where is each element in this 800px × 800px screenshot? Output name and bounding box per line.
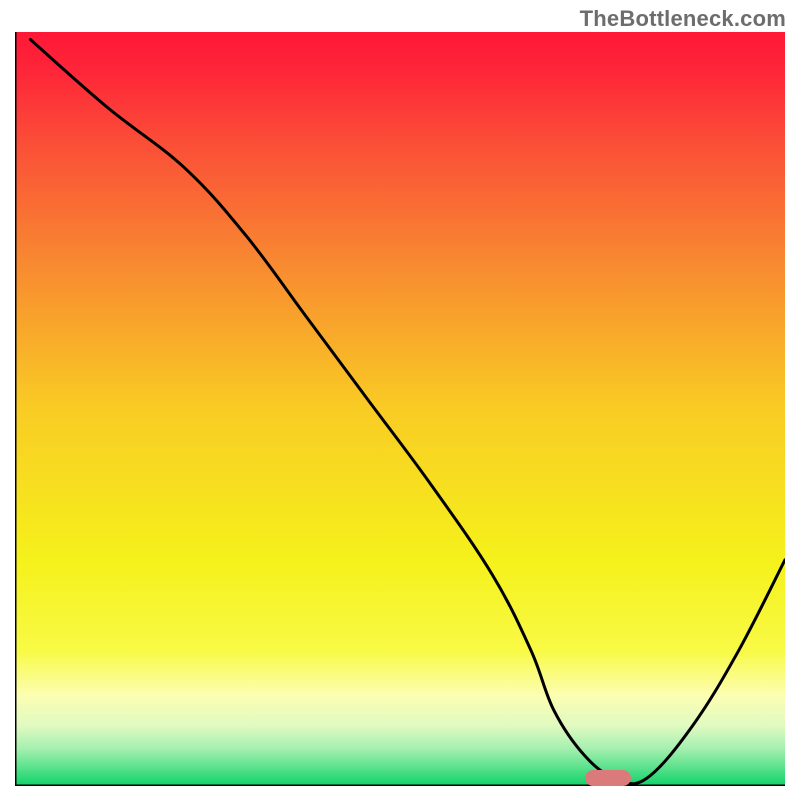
optimal-marker	[585, 770, 631, 786]
chart-stage: TheBottleneck.com	[0, 0, 800, 800]
chart-background	[15, 32, 785, 786]
chart-svg	[15, 32, 785, 786]
watermark-text: TheBottleneck.com	[580, 6, 786, 32]
chart-plot	[15, 32, 785, 786]
